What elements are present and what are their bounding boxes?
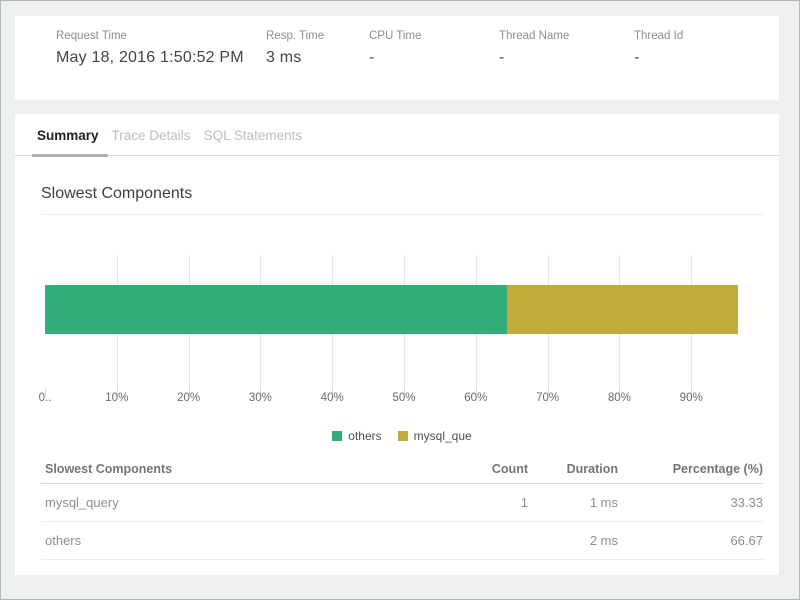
thread-id-value: - xyxy=(634,49,683,67)
mysql-que-swatch-icon xyxy=(398,431,408,441)
cpu-time-column: CPU Time - xyxy=(369,30,421,67)
bar-segment-mysql-que xyxy=(507,285,738,334)
axis-label-0: 0.. xyxy=(39,392,52,404)
header-duration: Duration xyxy=(528,462,618,476)
request-time-value: May 18, 2016 1:50:52 PM xyxy=(56,49,244,67)
axis-label-40: 40% xyxy=(321,392,344,404)
thread-id-column: Thread Id - xyxy=(634,30,683,67)
axis-label-50: 50% xyxy=(392,392,415,404)
axis-label-10: 10% xyxy=(105,392,128,404)
percentage-bar xyxy=(45,285,738,334)
legend-item-mysql-que[interactable]: mysql_que xyxy=(398,429,472,443)
tab-trace-details[interactable]: Trace Details xyxy=(112,115,191,155)
axis-label-90: 90% xyxy=(680,392,703,404)
header-count: Count xyxy=(438,462,528,476)
resp-time-label: Resp. Time xyxy=(266,30,324,42)
table-row: others 2 ms 66.67 xyxy=(41,522,763,560)
tab-summary[interactable]: Summary xyxy=(37,115,99,155)
x-axis-labels: 0.. 10% 20% 30% 40% 50% 60% 70% 80% 90% xyxy=(45,392,763,408)
axis-label-30: 30% xyxy=(249,392,272,404)
axis-label-20: 20% xyxy=(177,392,200,404)
slowest-components-section: Slowest Components xyxy=(15,185,779,560)
resp-time-column: Resp. Time 3 ms xyxy=(266,30,324,67)
table-row: mysql_query 1 1 ms 33.33 xyxy=(41,484,763,522)
request-time-column: Request Time May 18, 2016 1:50:52 PM xyxy=(56,30,244,67)
tab-sql-statements[interactable]: SQL Statements xyxy=(204,115,303,155)
table-header-row: Slowest Components Count Duration Percen… xyxy=(41,454,763,484)
cpu-time-label: CPU Time xyxy=(369,30,421,42)
header-component: Slowest Components xyxy=(45,462,438,476)
cpu-time-value: - xyxy=(369,49,421,67)
request-info-card: Request Time May 18, 2016 1:50:52 PM Res… xyxy=(15,16,779,100)
thread-name-value: - xyxy=(499,49,569,67)
axis-label-70: 70% xyxy=(536,392,559,404)
thread-name-label: Thread Name xyxy=(499,30,569,42)
others-swatch-icon xyxy=(332,431,342,441)
cell-percentage: 66.67 xyxy=(618,533,763,548)
legend-label-others: others xyxy=(348,429,381,443)
cell-duration: 1 ms xyxy=(528,495,618,510)
axis-label-60: 60% xyxy=(464,392,487,404)
request-time-label: Request Time xyxy=(56,30,244,42)
cell-count: 1 xyxy=(438,495,528,510)
section-title: Slowest Components xyxy=(41,185,763,203)
tab-bar: Summary Trace Details SQL Statements xyxy=(15,114,779,156)
legend-item-others[interactable]: others xyxy=(332,429,381,443)
header-percentage: Percentage (%) xyxy=(618,462,763,476)
bar-segment-others xyxy=(45,285,507,334)
trace-detail-page: { "request_info": { "columns": [ { "labe… xyxy=(0,0,800,600)
axis-label-80: 80% xyxy=(608,392,631,404)
stacked-bar-chart xyxy=(45,255,763,388)
legend-label-mysql-que: mysql_que xyxy=(414,429,472,443)
thread-id-label: Thread Id xyxy=(634,30,683,42)
cell-component: others xyxy=(45,533,438,548)
cell-component: mysql_query xyxy=(45,495,438,510)
resp-time-value: 3 ms xyxy=(266,49,324,67)
cell-duration: 2 ms xyxy=(528,533,618,548)
thread-name-column: Thread Name - xyxy=(499,30,569,67)
slowest-components-table: Slowest Components Count Duration Percen… xyxy=(41,454,763,560)
chart-legend: others mysql_que xyxy=(41,430,763,442)
cell-percentage: 33.33 xyxy=(618,495,763,510)
main-card: Summary Trace Details SQL Statements Slo… xyxy=(15,114,779,575)
section-divider xyxy=(41,214,763,215)
